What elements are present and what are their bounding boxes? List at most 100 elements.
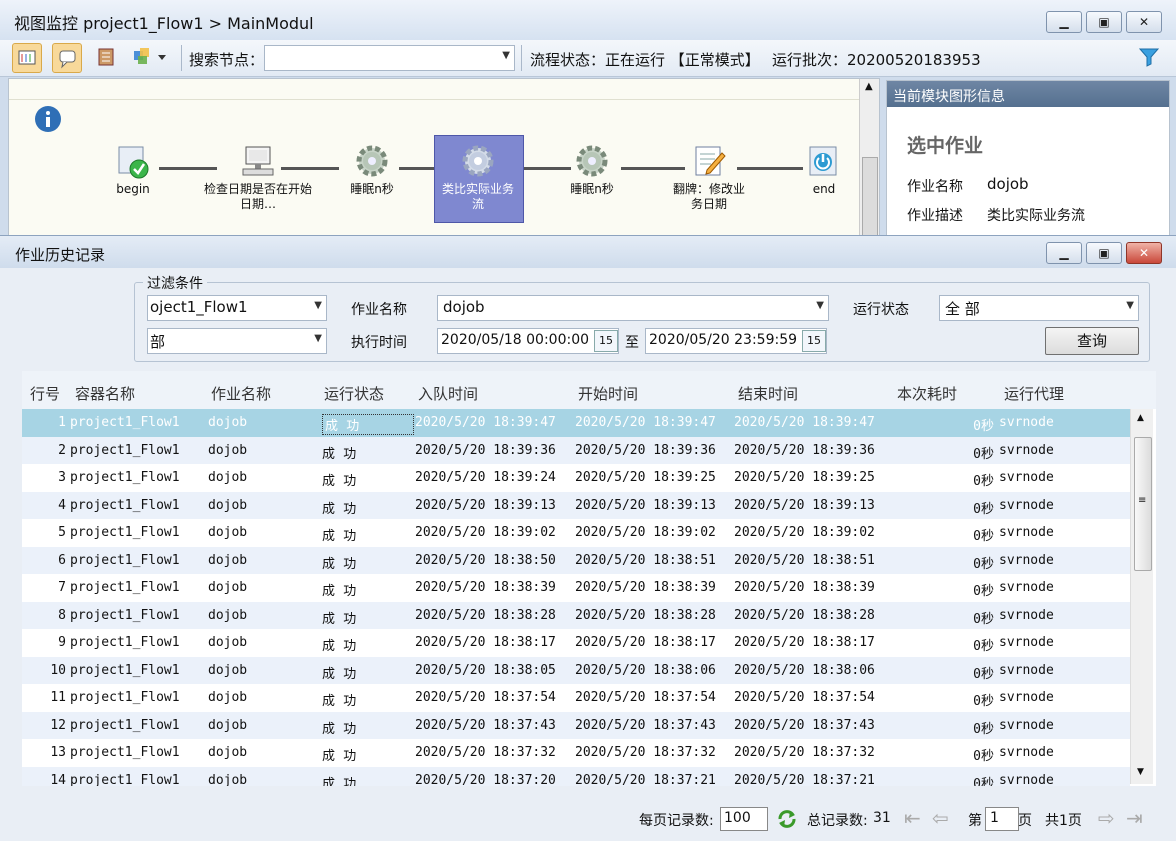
row-number: 9 [58, 635, 66, 650]
cell-status: 成 功 [322, 501, 357, 517]
scroll-up-icon[interactable]: ▲ [1137, 413, 1144, 423]
run-batch-text: 运行批次：20200520183953 [772, 51, 981, 69]
page-prefix: 第 [968, 813, 982, 829]
cell-agent: svrnode [999, 525, 1054, 540]
dialog-maximize-button[interactable]: ▣ [1086, 242, 1122, 264]
prev-page-icon[interactable]: ⇦ [932, 806, 949, 830]
cell-start: 2020/5/20 18:39:13 [575, 497, 716, 513]
cell-status: 成 功 [322, 611, 357, 627]
table-row[interactable]: 13 project1_Flow1 dojob 成 功 2020/5/20 18:37:… [22, 739, 1130, 767]
filter-legend: 过滤条件 [143, 273, 207, 293]
minimize-button[interactable]: ▁ [1046, 11, 1082, 33]
col-header[interactable]: 容器名称 [75, 383, 135, 404]
next-page-icon[interactable]: ⇨ [1098, 806, 1115, 830]
maximize-button[interactable]: ▣ [1086, 11, 1122, 33]
filter-button[interactable] [1136, 44, 1162, 70]
power-icon [806, 143, 842, 179]
grid-vscroll[interactable]: ▲ ≡ ▼ [1130, 409, 1153, 784]
flow-node-begin[interactable]: begin [78, 143, 188, 197]
grid-view-button[interactable] [12, 43, 42, 73]
flow-node-flip-date[interactable]: 翻牌：修改业务日期 [654, 143, 764, 212]
calendar-icon[interactable]: 15 [802, 330, 826, 352]
cell-queued: 2020/5/20 18:38:28 [415, 607, 556, 623]
row-number: 1 [58, 415, 66, 430]
flow-node-label: begin [116, 182, 150, 196]
table-row[interactable]: 10 project1_Flow1 dojob 成 功 2020/5/20 18:38:… [22, 656, 1130, 684]
comment-button[interactable] [52, 43, 82, 73]
job-history-dialog: 作业历史记录 ▁ ▣ ✕ 过滤条件 oject1_Flow1 ▼ 部 ▼ 作业名… [0, 235, 1176, 841]
cell-status: 成 功 [322, 474, 357, 489]
flow-node-label: 类比实际业务流 [441, 182, 514, 211]
last-page-icon[interactable]: ⇥ [1126, 806, 1143, 830]
refresh-button[interactable] [776, 808, 798, 830]
cell-job: dojob [208, 635, 248, 650]
cell-job: dojob [208, 607, 248, 623]
first-page-icon[interactable]: ⇤ [904, 806, 921, 830]
computer-icon [240, 143, 276, 179]
query-button[interactable]: 查询 [1045, 327, 1139, 355]
close-icon: ✕ [1138, 15, 1150, 29]
table-row[interactable]: 8 project1_Flow1 dojob 成 功 2020/5/20 18:38:2… [22, 601, 1130, 629]
cell-end: 2020/5/20 18:37:32 [734, 745, 875, 760]
chevron-down-icon: ▼ [816, 300, 824, 311]
col-header[interactable]: 本次耗时 [897, 383, 957, 404]
cell-queued: 2020/5/20 18:37:54 [415, 690, 556, 705]
date-from-field[interactable]: 2020/05/18 00:00:00 15 [437, 328, 619, 354]
dialog-close-button[interactable]: ✕ [1126, 242, 1162, 264]
grid-scroll-thumb[interactable]: ≡ [1134, 437, 1152, 571]
container-combo[interactable]: oject1_Flow1 ▼ [147, 295, 327, 321]
col-header[interactable]: 运行代理 [1004, 383, 1064, 404]
chevron-down-icon: ▼ [502, 50, 510, 61]
cell-job: dojob [208, 745, 248, 760]
table-row[interactable]: 14 project1_Flow1 dojob 成 功 2020/5/20 18:37:… [22, 766, 1130, 786]
table-row[interactable]: 11 project1_Flow1 dojob 成 功 2020/5/20 18:37:… [22, 684, 1130, 712]
col-header[interactable]: 运行状态 [324, 383, 384, 404]
job-name-combo[interactable]: dojob ▼ [437, 295, 829, 321]
table-row[interactable]: 12 project1_Flow1 dojob 成 功 2020/5/20 18:37:… [22, 711, 1130, 739]
scope-combo-value: 部 [150, 333, 166, 351]
col-header[interactable]: 行号 [30, 383, 60, 404]
maximize-icon: ▣ [1098, 15, 1110, 29]
job-desc-value: 类比实际业务流 [987, 208, 1085, 224]
flow-node-sleep-2[interactable]: 睡眠n秒 [537, 143, 647, 197]
col-header[interactable]: 结束时间 [738, 383, 798, 404]
layout-icon [134, 48, 166, 64]
per-page-input[interactable]: 100 [720, 807, 768, 831]
cell-agent: svrnode [999, 635, 1054, 650]
flow-node-business[interactable]: 类比实际业务流 [423, 143, 533, 212]
scope-combo[interactable]: 部 ▼ [147, 328, 327, 354]
exec-time-label: 执行时间 [351, 335, 407, 351]
cell-start: 2020/5/20 18:38:06 [575, 662, 716, 678]
table-row[interactable]: 2 project1_Flow1 dojob 成 功 2020/5/20 18:39:3… [22, 436, 1130, 464]
layout-dropdown-button[interactable] [130, 43, 172, 71]
date-to-field[interactable]: 2020/05/20 23:59:59 15 [645, 328, 827, 354]
flow-node-end[interactable]: end [769, 143, 879, 197]
table-row[interactable]: 9 project1_Flow1 dojob 成 功 2020/5/20 18:38:1… [22, 629, 1130, 657]
col-header[interactable]: 入队时间 [418, 383, 478, 404]
info-button[interactable] [34, 105, 62, 133]
dialog-minimize-button[interactable]: ▁ [1046, 242, 1082, 264]
refresh-icon [778, 810, 796, 828]
table-row[interactable]: 4 project1_Flow1 dojob 成 功 2020/5/20 18:39:1… [22, 491, 1130, 519]
scroll-down-icon[interactable]: ▼ [1137, 767, 1144, 777]
col-header[interactable]: 作业名称 [211, 383, 271, 404]
log-button[interactable] [92, 43, 120, 71]
cell-job: dojob [208, 497, 248, 513]
close-button[interactable]: ✕ [1126, 11, 1162, 33]
col-header[interactable]: 开始时间 [578, 383, 638, 404]
table-row[interactable]: 5 project1_Flow1 dojob 成 功 2020/5/20 18:39:0… [22, 519, 1130, 547]
cell-cost: 0秒 [973, 694, 994, 709]
table-row[interactable]: 6 project1_Flow1 dojob 成 功 2020/5/20 18:38:5… [22, 546, 1130, 574]
flow-node-sleep-1[interactable]: 睡眠n秒 [317, 143, 427, 197]
table-row[interactable]: 7 project1_Flow1 dojob 成 功 2020/5/20 18:38:3… [22, 574, 1130, 602]
table-row[interactable]: 1 project1_Flow1 dojob 成 功 2020/5/20 18:39:4… [22, 409, 1130, 437]
calendar-icon[interactable]: 15 [594, 330, 618, 352]
run-status-combo[interactable]: 全 部 ▼ [939, 295, 1139, 321]
flow-node-check-date[interactable]: 检查日期是否在开始日期… [203, 143, 313, 212]
table-row[interactable]: 3 project1_Flow1 dojob 成 功 2020/5/20 18:39:2… [22, 464, 1130, 492]
cell-status: 成 功 [322, 721, 357, 737]
search-node-combo[interactable]: ▼ [264, 45, 515, 71]
toolbar-separator [181, 45, 182, 71]
cell-agent: svrnode [999, 745, 1054, 760]
page-input[interactable]: 1 [985, 807, 1019, 831]
